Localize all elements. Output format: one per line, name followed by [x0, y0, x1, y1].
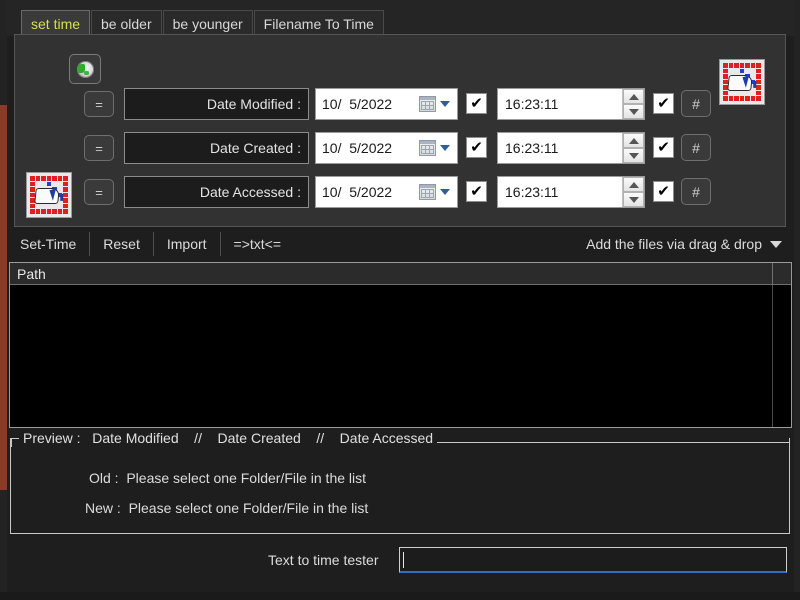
- check-mark-icon: ✔: [657, 182, 670, 200]
- tab-bar: set time be older be younger Filename To…: [7, 0, 794, 36]
- date-value-date-accessed: 10/ 5/2022: [322, 184, 393, 200]
- chevron-down-icon-date-created[interactable]: [440, 145, 450, 151]
- stepper-down-date-modified[interactable]: [623, 104, 644, 119]
- text-to-time-tester-input[interactable]: [399, 547, 787, 573]
- stepper-up-date-accessed[interactable]: [623, 177, 644, 192]
- chevron-down-icon-add-files: [770, 240, 782, 248]
- globe-icon: [76, 60, 94, 78]
- text-to-time-tester-label: Text to time tester: [268, 552, 379, 568]
- row-date-accessed: = Date Accessed : 10/ 5/2022 ✔ 16:23:11 …: [0, 176, 800, 210]
- add-files-dropdown-label: Add the files via drag & drop: [586, 236, 762, 252]
- calendar-icon-date-modified: [419, 96, 436, 112]
- preview-legend-label: Preview : Date Modified // Date Created …: [19, 430, 438, 446]
- text-caret: [403, 552, 404, 568]
- chevron-down-icon-date-modified[interactable]: [440, 101, 450, 107]
- equals-button-date-modified[interactable]: =: [84, 91, 114, 117]
- date-value-date-modified: 10/ 5/2022: [322, 96, 393, 112]
- action-toolbar: Set-Time Reset Import =>txt<= Add the fi…: [7, 229, 794, 259]
- checkbox-date-created-date[interactable]: ✔: [466, 137, 487, 158]
- tab-filename-to-time[interactable]: Filename To Time: [253, 10, 384, 36]
- date-input-date-accessed[interactable]: 10/ 5/2022: [315, 176, 458, 208]
- stepper-up-date-created[interactable]: [623, 133, 644, 148]
- window-bottom-gutter: [0, 592, 800, 600]
- column-header-path[interactable]: Path: [17, 266, 46, 282]
- checkbox-date-accessed-date[interactable]: ✔: [466, 181, 487, 202]
- preview-legend-rule: [437, 442, 789, 443]
- stepper-down-date-created[interactable]: [623, 148, 644, 163]
- preview-group: Preview : Date Modified // Date Created …: [10, 430, 790, 534]
- check-mark-icon: ✔: [657, 138, 670, 156]
- preview-legend-tick: [11, 438, 19, 447]
- set-time-button[interactable]: Set-Time: [7, 232, 91, 256]
- date-input-date-modified[interactable]: 10/ 5/2022: [315, 88, 458, 120]
- time-input-date-modified[interactable]: 16:23:11: [497, 88, 645, 120]
- field-label-date-created: Date Created :: [124, 132, 309, 164]
- time-value-date-created: 16:23:11: [505, 140, 559, 156]
- file-list[interactable]: Path: [9, 262, 792, 428]
- equals-button-date-accessed[interactable]: =: [84, 179, 114, 205]
- stepper-up-date-modified[interactable]: [623, 89, 644, 104]
- date-value-date-created: 10/ 5/2022: [322, 140, 393, 156]
- import-button[interactable]: Import: [154, 232, 221, 256]
- preview-legend: Preview : Date Modified // Date Created …: [11, 429, 789, 447]
- row-date-created: = Date Created : 10/ 5/2022 ✔ 16:23:11 ✔…: [0, 132, 800, 166]
- time-input-date-created[interactable]: 16:23:11: [497, 132, 645, 164]
- time-stepper-date-modified[interactable]: [622, 89, 644, 119]
- calendar-icon-date-created: [419, 140, 436, 156]
- check-mark-icon: ✔: [470, 182, 483, 200]
- check-mark-icon: ✔: [470, 94, 483, 112]
- hash-button-date-created[interactable]: #: [681, 134, 711, 161]
- calendar-icon-date-accessed: [419, 184, 436, 200]
- check-mark-icon: ✔: [470, 138, 483, 156]
- time-stepper-date-created[interactable]: [622, 133, 644, 163]
- tab-be-younger[interactable]: be younger: [162, 10, 253, 36]
- tab-be-older[interactable]: be older: [91, 10, 162, 36]
- export-txt-button[interactable]: =>txt<=: [221, 232, 294, 256]
- file-list-header: Path: [10, 263, 791, 285]
- chevron-down-icon-date-accessed[interactable]: [440, 189, 450, 195]
- hash-button-date-modified[interactable]: #: [681, 90, 711, 117]
- equals-button-date-created[interactable]: =: [84, 135, 114, 161]
- stepper-down-date-accessed[interactable]: [623, 192, 644, 207]
- field-label-date-modified: Date Modified :: [124, 88, 309, 120]
- file-list-body[interactable]: [10, 285, 791, 427]
- tab-set-time[interactable]: set time: [21, 10, 91, 36]
- preview-old-line: Old : Please select one Folder/File in t…: [89, 470, 367, 486]
- time-stepper-date-accessed[interactable]: [622, 177, 644, 207]
- row-date-modified: = Date Modified : 10/ 5/2022 ✔ 16:23:11 …: [0, 88, 800, 122]
- checkbox-date-modified-time[interactable]: ✔: [653, 93, 674, 114]
- time-value-date-modified: 16:23:11: [505, 96, 559, 112]
- add-files-dropdown[interactable]: Add the files via drag & drop: [586, 236, 794, 252]
- check-mark-icon: ✔: [657, 94, 670, 112]
- date-input-date-created[interactable]: 10/ 5/2022: [315, 132, 458, 164]
- hash-button-date-accessed[interactable]: #: [681, 178, 711, 205]
- time-value-date-accessed: 16:23:11: [505, 184, 559, 200]
- file-list-column-divider: [772, 285, 773, 427]
- preview-new-line: New : Please select one Folder/File in t…: [85, 500, 369, 516]
- checkbox-date-modified-date[interactable]: ✔: [466, 93, 487, 114]
- checkbox-date-created-time[interactable]: ✔: [653, 137, 674, 158]
- checkbox-date-accessed-time[interactable]: ✔: [653, 181, 674, 202]
- column-resize-handle[interactable]: [772, 263, 773, 284]
- time-input-date-accessed[interactable]: 16:23:11: [497, 176, 645, 208]
- field-label-date-accessed: Date Accessed :: [124, 176, 309, 208]
- reset-button[interactable]: Reset: [90, 232, 154, 256]
- globe-button[interactable]: [69, 54, 101, 84]
- application-window: set time be older be younger Filename To…: [0, 0, 800, 600]
